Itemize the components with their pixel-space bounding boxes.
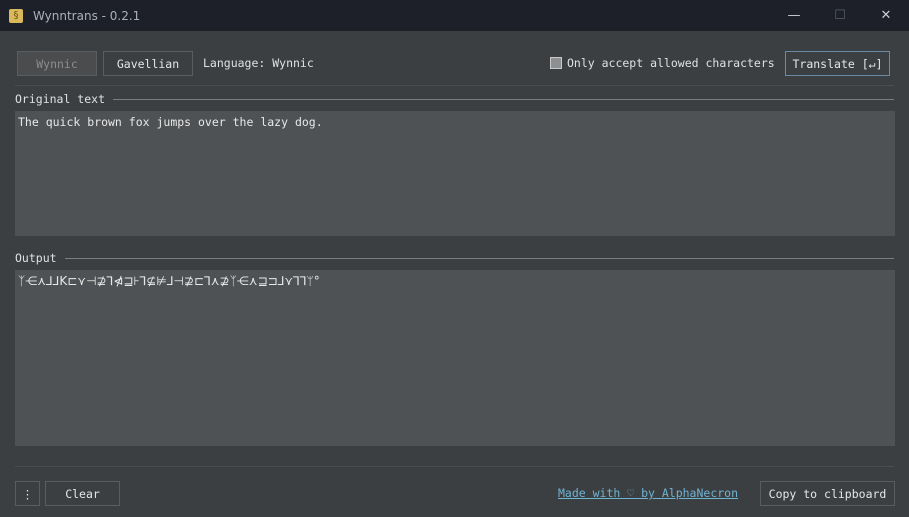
close-button[interactable]: ✕ (863, 0, 909, 31)
divider (15, 466, 894, 467)
original-text-input[interactable]: The quick brown fox jumps over the lazy … (15, 111, 895, 236)
output-text-area[interactable]: ᛉ⋲⋏⅃⅃K⊏⋎⊣⊉⅂⋪⊒⊦⅂⊈⊭⅃⊣⊉⊏⅂⋏⊉ᛉ⋲⋏⊒⊐⅃⋎⅂⅂ᛘ° (15, 270, 895, 446)
copy-to-clipboard-button[interactable]: Copy to clipboard (760, 481, 895, 506)
scroll-icon: § (9, 8, 23, 23)
gavellian-button[interactable]: Gavellian (103, 51, 193, 76)
checkbox-label: Only accept allowed characters (567, 56, 775, 70)
language-status: Language: Wynnic (203, 56, 314, 70)
credit-link[interactable]: Made with ♡ by AlphaNecron (558, 486, 738, 500)
checkbox-box[interactable] (550, 57, 562, 69)
original-heading-label: Original text (15, 92, 106, 106)
divider (15, 85, 894, 86)
original-heading: Original text (15, 92, 894, 106)
maximize-button[interactable]: ☐ (817, 0, 863, 31)
translate-button[interactable]: Translate [↵] (785, 51, 890, 76)
window-title: Wynntrans - 0.2.1 (33, 8, 141, 23)
title-bar: § Wynntrans - 0.2.1 — ☐ ✕ (0, 0, 909, 31)
more-menu-button[interactable]: ⋮ (15, 481, 40, 506)
output-heading: Output (15, 251, 894, 265)
minimize-button[interactable]: — (771, 0, 817, 31)
output-heading-label: Output (15, 251, 57, 265)
wynnic-button[interactable]: Wynnic (17, 51, 97, 76)
allowed-chars-checkbox[interactable]: Only accept allowed characters (550, 56, 775, 70)
clear-button[interactable]: Clear (45, 481, 120, 506)
